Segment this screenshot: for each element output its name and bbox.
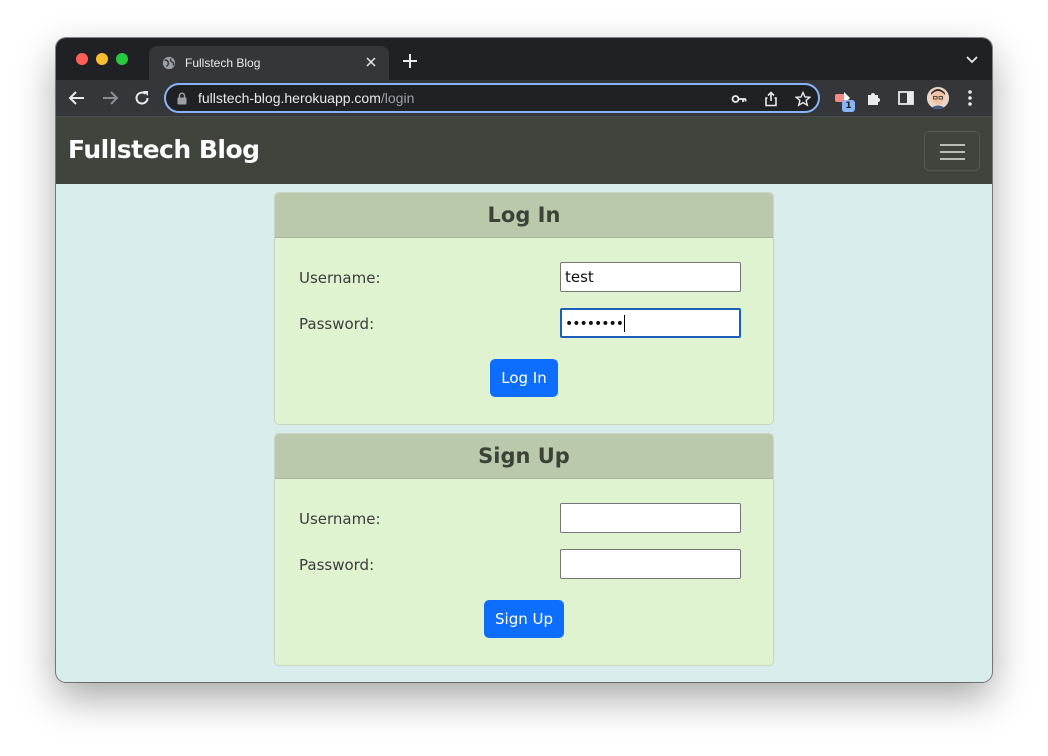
close-window-button[interactable]: [76, 53, 88, 65]
login-password-label: Password:: [299, 315, 375, 333]
signup-password-label: Password:: [299, 556, 375, 574]
more-vert-icon[interactable]: [962, 89, 978, 107]
browser-toolbar: fullstech-blog.herokuapp.com/login 1: [56, 80, 992, 117]
globe-icon: [162, 56, 176, 70]
login-username-label: Username:: [299, 269, 381, 287]
minimize-window-button[interactable]: [96, 53, 108, 65]
lock-icon[interactable]: [176, 92, 188, 105]
back-arrow-icon[interactable]: [68, 89, 86, 107]
hamburger-icon-line: [940, 151, 965, 153]
signup-card-title: Sign Up: [275, 434, 773, 479]
avatar[interactable]: [927, 87, 949, 109]
hamburger-icon: [940, 144, 965, 146]
chevron-down-icon[interactable]: [966, 55, 978, 65]
login-username-input[interactable]: test: [560, 262, 741, 292]
site-brand[interactable]: Fullstech Blog: [68, 134, 260, 166]
url-path: /login: [380, 90, 415, 106]
signup-password-input[interactable]: [560, 549, 741, 579]
maximize-window-button[interactable]: [116, 53, 128, 65]
login-password-input[interactable]: ••••••••: [560, 308, 741, 338]
tab-strip: Fullstech Blog: [56, 38, 992, 80]
puzzle-icon[interactable]: [865, 89, 883, 107]
browser-window: Fullstech Blog fullstech-blog.herokuapp.…: [56, 38, 992, 682]
signup-card: Sign Up Username: Password: Sign Up: [274, 433, 774, 666]
key-icon[interactable]: [731, 91, 747, 107]
browser-tab[interactable]: Fullstech Blog: [149, 46, 389, 80]
forward-arrow-icon[interactable]: [101, 89, 119, 107]
signup-username-label: Username:: [299, 510, 381, 528]
login-password-value: ••••••••: [565, 316, 624, 332]
profile-picture: [927, 87, 949, 109]
tab-title: Fullstech Blog: [185, 56, 261, 70]
sidebar-icon[interactable]: [897, 89, 915, 107]
signup-submit-button[interactable]: Sign Up: [484, 600, 564, 638]
extension-badge: 1: [842, 100, 855, 112]
share-icon[interactable]: [763, 91, 779, 107]
hamburger-menu-button[interactable]: [924, 131, 980, 171]
reload-icon[interactable]: [133, 89, 151, 107]
login-card-title: Log In: [275, 193, 773, 238]
address-bar[interactable]: fullstech-blog.herokuapp.com/login: [164, 83, 820, 113]
login-card: Log In Username: test Password: ••••••••…: [274, 192, 774, 425]
hamburger-icon-line: [940, 158, 965, 160]
plus-icon[interactable]: [400, 51, 420, 71]
url-text: fullstech-blog.herokuapp.com/login: [198, 90, 414, 107]
close-icon[interactable]: [363, 54, 379, 70]
login-submit-button[interactable]: Log In: [490, 359, 558, 397]
star-icon[interactable]: [795, 91, 811, 107]
text-caret: [624, 315, 626, 332]
site-navbar: Fullstech Blog: [56, 117, 992, 184]
signup-username-input[interactable]: [560, 503, 741, 533]
url-host: fullstech-blog.herokuapp.com: [198, 90, 381, 106]
